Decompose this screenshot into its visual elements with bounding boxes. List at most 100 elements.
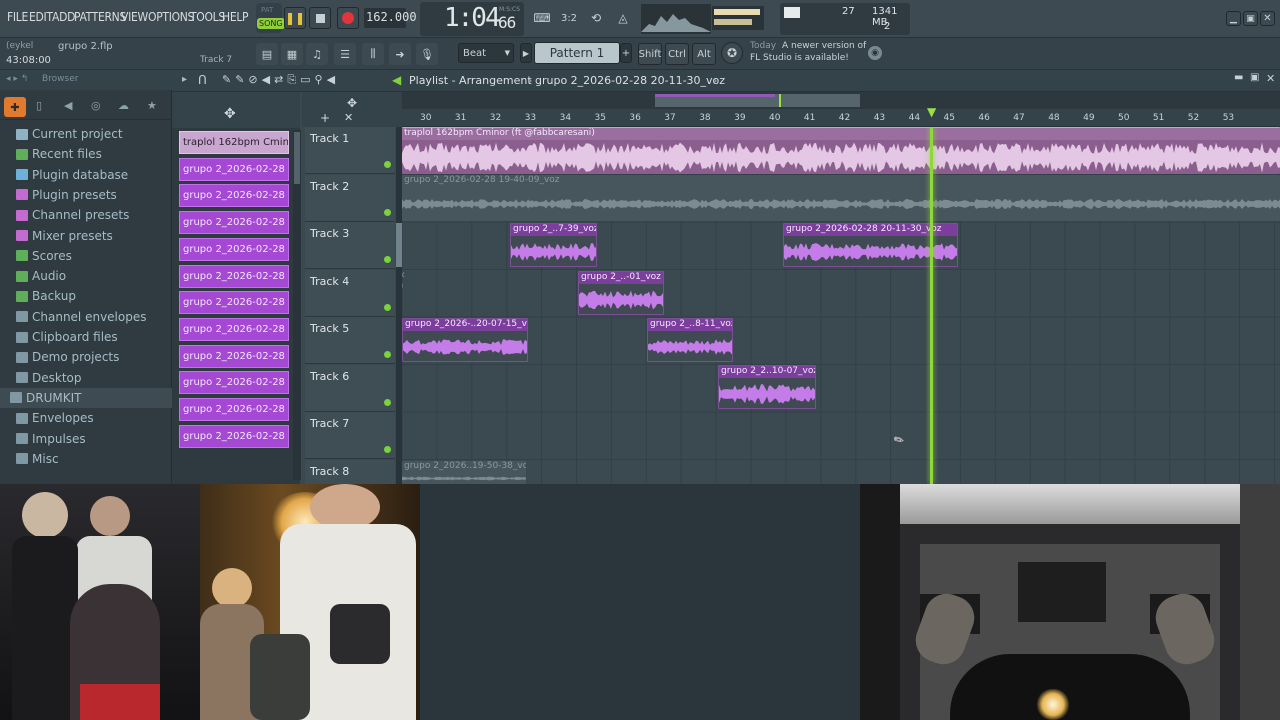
clip-voz-19-40-09[interactable]: grupo 2_2026-02-28 19-40-09_voz xyxy=(402,175,1280,221)
track-header-7[interactable]: Track 7 xyxy=(305,412,395,459)
menu-view[interactable]: VIEW xyxy=(121,10,148,24)
track-header-4[interactable]: Track 4 xyxy=(305,269,395,317)
tempo-display[interactable]: 162.000 xyxy=(364,8,417,28)
stop-button[interactable] xyxy=(309,7,331,29)
track-mute-led[interactable] xyxy=(384,398,391,406)
browser-item-desktop[interactable]: Desktop xyxy=(16,368,82,388)
menu-tools[interactable]: TOOLS xyxy=(190,10,225,24)
playlist-close-button[interactable]: ✕ xyxy=(1266,72,1275,85)
shift-key-button[interactable]: Shift xyxy=(638,43,662,65)
track-header-2[interactable]: Track 2 xyxy=(305,174,395,222)
piano-roll-button[interactable]: ♫ xyxy=(306,43,328,65)
pat-song-toggle[interactable]: PAT SONG xyxy=(256,3,285,33)
browser-audio-tab[interactable]: ◀ xyxy=(64,99,72,112)
browser-files-tab[interactable]: ▯ xyxy=(36,99,42,112)
browser-item-plugin-database[interactable]: Plugin database xyxy=(16,165,128,185)
timeline-ruler[interactable]: 30 31 32 33 34 35 36 37 38 39 40 41 42 43 44 45 46 47 48 49… xyxy=(402,105,1280,127)
clip-voz-8-11[interactable]: grupo 2_..8-11_voz xyxy=(647,318,733,362)
menu-options[interactable]: OPTIONS xyxy=(148,10,194,24)
pattern-picker-item[interactable]: grupo 2_2026-02-28 19-... xyxy=(179,237,289,261)
playlist-minimize-button[interactable]: ▬ xyxy=(1234,72,1243,83)
pattern-picker-item[interactable]: grupo 2_2026-02-28 19-... xyxy=(179,424,289,448)
browser-item-audio[interactable]: Audio xyxy=(16,266,66,286)
browser-item-plugin-presets[interactable]: Plugin presets xyxy=(16,185,117,205)
track-toolbar-move-icon[interactable]: ✥ xyxy=(347,96,357,110)
playlist-window-button[interactable]: ▤ xyxy=(256,43,278,65)
mixer-button[interactable]: ☰ xyxy=(334,43,356,65)
menu-add[interactable]: ADD xyxy=(52,10,75,24)
track-mute-led[interactable] xyxy=(384,256,391,263)
pattern-picker-item[interactable]: grupo 2_2026-02-28 19-... xyxy=(179,398,289,421)
ctrl-key-button[interactable]: Ctrl xyxy=(665,43,689,65)
track-mute-led[interactable] xyxy=(384,161,391,168)
magnet-icon[interactable]: Ո xyxy=(198,73,207,87)
browser-plugins-tab[interactable]: ◎ xyxy=(91,99,101,112)
browser-item-drumkit[interactable]: DRUMKIT xyxy=(0,387,172,408)
browser-favorites-tab[interactable]: ★ xyxy=(147,99,157,112)
browser-item-channel-envelopes[interactable]: Channel envelopes xyxy=(16,307,146,327)
add-pattern-button[interactable]: + xyxy=(620,43,632,63)
clip-voz-20-07-15[interactable]: grupo 2_2026-..20-07-15_voz xyxy=(402,318,528,362)
browser-item-envelopes[interactable]: Envelopes xyxy=(16,408,94,428)
browser-all-tab[interactable]: ✚ xyxy=(4,97,26,117)
clip-voz-01[interactable]: grupo 2_..-01_voz xyxy=(578,271,664,315)
remove-track-icon[interactable]: ✕ xyxy=(344,111,353,124)
pattern-picker-item[interactable]: grupo 2_2026-02-28 19-... xyxy=(179,371,289,395)
channel-rack-button[interactable]: ▦ xyxy=(281,43,303,65)
track-header-6[interactable]: Track 6 xyxy=(305,364,395,412)
browser-item-current-project[interactable]: Current project xyxy=(16,124,123,144)
pattern-picker-item[interactable]: grupo 2_2026-02-28 19-... xyxy=(179,291,289,315)
browser-item-mixer-presets[interactable]: Mixer presets xyxy=(16,226,113,246)
track-mute-led[interactable] xyxy=(384,208,391,216)
clip-traplol[interactable]: traplol 162bpm Cminor (ft @fabbcaresani) xyxy=(402,127,1280,174)
arrangement-name[interactable]: grupo 2_2026-02-28 20-11-30_voz xyxy=(535,74,725,87)
playhead[interactable] xyxy=(930,127,933,484)
playhead-marker-icon[interactable]: ▼ xyxy=(927,105,936,119)
muted-clip-marker[interactable]: ✕◂ xyxy=(402,271,408,301)
arrangement-grid[interactable]: traplol 162bpm Cminor (ft @fabbcaresani)… xyxy=(402,127,1280,484)
browser-item-clipboard-files[interactable]: Clipboard files xyxy=(16,327,118,347)
snap-selector[interactable]: Beat ▼ xyxy=(458,43,514,63)
pattern-picker-item[interactable]: grupo 2_2026-02-28 19-... xyxy=(179,184,289,208)
playlist-menu-arrow[interactable]: ▸ xyxy=(182,74,187,85)
alt-key-button[interactable]: Alt xyxy=(692,43,716,65)
browser-cloud-tab[interactable]: ☁ xyxy=(118,99,129,112)
browser-item-misc[interactable]: Misc xyxy=(16,449,59,469)
pattern-picker-item[interactable]: traplol 162bpm Cmin... xyxy=(179,131,289,154)
minimize-button[interactable]: ▁ xyxy=(1226,11,1241,26)
arrangement-arrow[interactable]: › xyxy=(713,74,717,87)
pattern-selector[interactable]: Pattern 1 xyxy=(534,42,620,64)
pattern-picker-scrollbar[interactable] xyxy=(293,130,301,480)
browser-item-demo-projects[interactable]: Demo projects xyxy=(16,347,119,367)
play-pause-button[interactable]: ❚❚ xyxy=(284,7,306,29)
track-mute-led[interactable] xyxy=(384,351,391,358)
time-display[interactable]: 1:04 M:S:CS 66 xyxy=(420,2,524,36)
maximize-button[interactable]: ▣ xyxy=(1243,11,1258,26)
menu-file[interactable]: FILE xyxy=(7,10,28,24)
menu-help[interactable]: HELP xyxy=(222,10,249,24)
pattern-picker-item[interactable]: grupo 2_2026-02-28 19-... xyxy=(179,157,289,181)
news-button[interactable]: ✪ xyxy=(721,42,743,64)
tool-icons[interactable]: ✎✎⊘◀⇄⎘▭⚲◀ xyxy=(222,73,339,87)
track-header-3[interactable]: Track 3 xyxy=(305,222,395,269)
browser-item-channel-presets[interactable]: Channel presets xyxy=(16,205,129,225)
pattern-picker-item[interactable]: grupo 2_2026-02-28 19-... xyxy=(179,317,289,341)
pattern-prev-button[interactable]: ▶ xyxy=(520,43,532,63)
loop-record-button[interactable]: ⟲ xyxy=(584,8,608,28)
track-header-1[interactable]: Track 1 xyxy=(305,127,395,174)
browser-item-backup[interactable]: Backup xyxy=(16,286,76,306)
pattern-picker-item[interactable]: grupo 2_2026-02-28 19-... xyxy=(179,344,289,368)
record-audio-button[interactable]: 🎙 xyxy=(416,43,438,65)
track-mute-led[interactable] xyxy=(384,446,391,453)
typing-keyboard-button[interactable]: ⌨ xyxy=(530,8,554,28)
browser-item-recent-files[interactable]: Recent files xyxy=(16,144,102,164)
record-button[interactable] xyxy=(337,7,359,29)
playlist-maximize-button[interactable]: ▣ xyxy=(1250,72,1259,83)
news-line2[interactable]: FL Studio is available! xyxy=(750,53,849,63)
add-track-icon[interactable]: + xyxy=(320,111,330,125)
snap-move-icon[interactable]: ✥ xyxy=(224,106,236,122)
clip-voz-7-39[interactable]: grupo 2_..7-39_voz xyxy=(510,223,597,267)
clip-voz-10-07[interactable]: grupo 2_2..10-07_voz xyxy=(718,365,816,409)
step-edit-button[interactable]: 3:2 xyxy=(557,8,581,28)
track-mute-led[interactable] xyxy=(384,303,391,311)
